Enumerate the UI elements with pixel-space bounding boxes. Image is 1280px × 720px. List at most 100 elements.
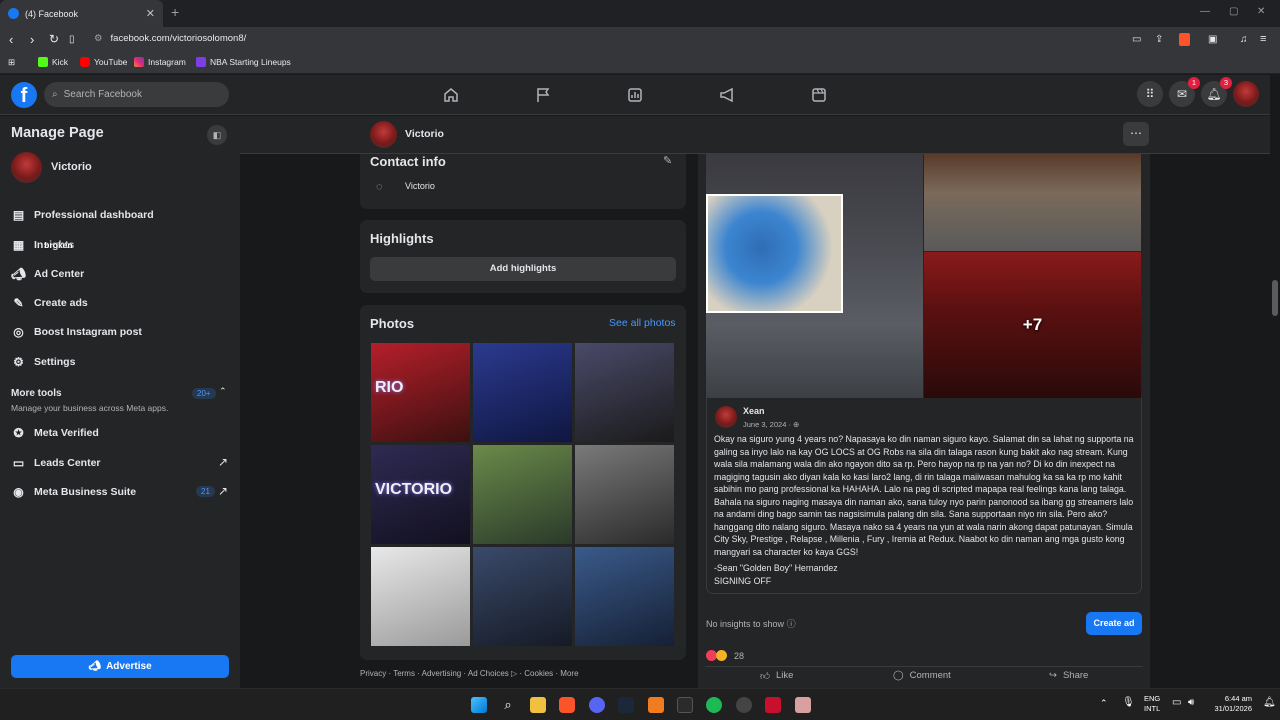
- cast-icon[interactable]: ▭: [1132, 34, 1141, 45]
- network-icon[interactable]: ▭: [1172, 697, 1181, 708]
- reactions-summary[interactable]: 28: [706, 650, 744, 661]
- search-taskbar-icon[interactable]: ⌕: [500, 697, 516, 713]
- volume-icon[interactable]: 🔊︎: [1188, 697, 1194, 708]
- browser-tab[interactable]: (4) Facebook ✕: [0, 0, 163, 27]
- megaphone-tab-icon[interactable]: [719, 87, 735, 103]
- home-icon[interactable]: [443, 87, 459, 103]
- clock[interactable]: 6:44 am 31/01/2026: [1207, 694, 1252, 714]
- maximize-icon[interactable]: ▢: [1229, 6, 1238, 17]
- media-app-icon[interactable]: [795, 697, 811, 713]
- brave-browser-icon[interactable]: [559, 697, 575, 713]
- create-ad-button[interactable]: Create ad: [1086, 612, 1142, 635]
- photo-tile[interactable]: [473, 547, 572, 646]
- like-button[interactable]: 👍︎ Like: [760, 670, 793, 682]
- photo-tile[interactable]: RIO: [371, 343, 470, 442]
- photo-tile[interactable]: VICTORIO: [371, 445, 470, 544]
- sidebar-icon[interactable]: ▣: [1208, 34, 1217, 45]
- url-field[interactable]: ⚙ facebook.com/victoriosolomon8/: [94, 33, 246, 44]
- footer-links[interactable]: Privacy · Terms · Advertising · Ad Choic…: [360, 669, 579, 678]
- author-avatar[interactable]: [715, 406, 737, 428]
- flag-icon[interactable]: [535, 87, 551, 103]
- post-image-inset[interactable]: [706, 194, 843, 313]
- language-indicator[interactable]: ENG INTL: [1144, 694, 1160, 714]
- menu-grid-icon[interactable]: ⠿: [1137, 81, 1163, 107]
- notification-center-icon[interactable]: 🔔︎: [1263, 697, 1276, 708]
- facebook-logo-icon[interactable]: f: [11, 82, 37, 108]
- edit-pencil-icon[interactable]: ✎: [663, 154, 672, 167]
- bookmark-nba[interactable]: NBA Starting Lineups: [196, 57, 291, 67]
- photo-tile[interactable]: [575, 343, 674, 442]
- app-icon[interactable]: [648, 697, 664, 713]
- tray-chevron-icon[interactable]: ⌃: [1100, 698, 1108, 709]
- photo-tile[interactable]: [371, 547, 470, 646]
- share-page-icon[interactable]: ⇪: [1155, 34, 1163, 45]
- page-avatar[interactable]: [11, 152, 42, 183]
- collapse-sidebar-icon[interactable]: ◧: [207, 125, 227, 145]
- external-link-icon[interactable]: ↗: [218, 484, 228, 498]
- settings-taskbar-icon[interactable]: [736, 697, 752, 713]
- sidebar-item-boost-instagram[interactable]: ◎ Boost Instagram post: [11, 325, 142, 339]
- media-icon[interactable]: ♫: [1240, 34, 1248, 45]
- bookmark-youtube[interactable]: YouTube: [80, 57, 127, 67]
- see-all-photos-link[interactable]: See all photos: [609, 317, 676, 329]
- sidebar-item-professional-dashboard[interactable]: ▤ Professional dashboard: [11, 208, 154, 222]
- post-author[interactable]: Xean: [743, 406, 765, 416]
- reels-icon[interactable]: [811, 87, 827, 103]
- info-icon[interactable]: ⓘ: [787, 619, 796, 629]
- photo-tile[interactable]: [575, 445, 674, 544]
- menu-icon[interactable]: ≡: [1260, 33, 1266, 45]
- bookmark-kick[interactable]: Kick: [38, 57, 68, 67]
- page-bar-name[interactable]: Victorio: [405, 128, 444, 140]
- page-name[interactable]: Victorio: [51, 161, 92, 173]
- photo-tile[interactable]: [473, 445, 572, 544]
- windows-start-icon[interactable]: [471, 697, 487, 713]
- page-scrollbar[interactable]: [1270, 75, 1280, 688]
- terminal-icon[interactable]: [677, 697, 693, 713]
- post-date[interactable]: June 3, 2024 · ⊕: [743, 420, 799, 429]
- sidebar-item-meta-business-suite[interactable]: ◉ Meta Business Suite: [11, 485, 136, 499]
- brave-shield-icon[interactable]: [1179, 33, 1190, 46]
- advertise-button[interactable]: 📣︎ Advertise: [11, 655, 229, 678]
- more-tools-title[interactable]: More tools: [11, 388, 62, 399]
- forward-icon[interactable]: ›: [30, 32, 34, 47]
- site-info-icon[interactable]: ⚙: [94, 33, 103, 44]
- add-highlights-button[interactable]: Add highlights: [370, 257, 676, 281]
- minimize-icon[interactable]: —: [1200, 6, 1210, 17]
- page-bar-avatar[interactable]: [370, 121, 397, 148]
- new-tab-icon[interactable]: +: [171, 4, 179, 20]
- sidebar-item-leads-center[interactable]: ▭ Leads Center: [11, 456, 101, 470]
- file-explorer-icon[interactable]: [530, 697, 546, 713]
- sidebar-item-create-ads[interactable]: ✎ Create ads: [11, 296, 87, 310]
- spotify-icon[interactable]: [706, 697, 722, 713]
- external-link-icon[interactable]: ↗: [218, 455, 228, 469]
- chevron-up-icon[interactable]: ⌃: [219, 386, 227, 397]
- microphone-icon[interactable]: 🎙︎: [1122, 697, 1135, 708]
- sidebar-item-insights[interactable]: ▦ Insights broken: [11, 238, 74, 252]
- bookmark-instagram[interactable]: Instagram: [134, 57, 186, 67]
- close-tab-icon[interactable]: ✕: [146, 7, 155, 20]
- discord-icon[interactable]: [589, 697, 605, 713]
- notifications-icon[interactable]: 🔔︎ 3: [1201, 77, 1232, 107]
- photo-tile[interactable]: [473, 343, 572, 442]
- post-image-2[interactable]: [924, 154, 1141, 251]
- insights-tab-icon[interactable]: [627, 87, 643, 103]
- reload-icon[interactable]: ↻: [49, 32, 59, 46]
- sidebar-item-settings[interactable]: ⚙ Settings: [11, 355, 75, 369]
- steam-icon[interactable]: [618, 697, 634, 713]
- bookmark-icon[interactable]: ▯: [69, 34, 75, 45]
- photo-tile[interactable]: [575, 547, 674, 646]
- back-icon[interactable]: ‹: [9, 32, 13, 47]
- game-app-icon[interactable]: [765, 697, 781, 713]
- sidebar-item-ad-center[interactable]: 📣︎ Ad Center: [11, 267, 84, 281]
- more-options-icon[interactable]: ⋯: [1123, 122, 1149, 146]
- sidebar-item-meta-verified[interactable]: ✪ Meta Verified: [11, 426, 98, 440]
- post-image-3[interactable]: +7: [924, 252, 1141, 398]
- scrollbar-thumb[interactable]: [1272, 280, 1278, 316]
- messenger-icon[interactable]: ✉ 1: [1169, 77, 1200, 107]
- close-window-icon[interactable]: ✕: [1257, 6, 1265, 17]
- comment-button[interactable]: ◯ Comment: [893, 670, 951, 681]
- share-button[interactable]: ↪ Share: [1049, 670, 1088, 681]
- profile-avatar[interactable]: [1233, 81, 1259, 107]
- search-input[interactable]: ⌕ Search Facebook: [44, 82, 229, 107]
- apps-grid-icon[interactable]: ⊞: [8, 57, 15, 68]
